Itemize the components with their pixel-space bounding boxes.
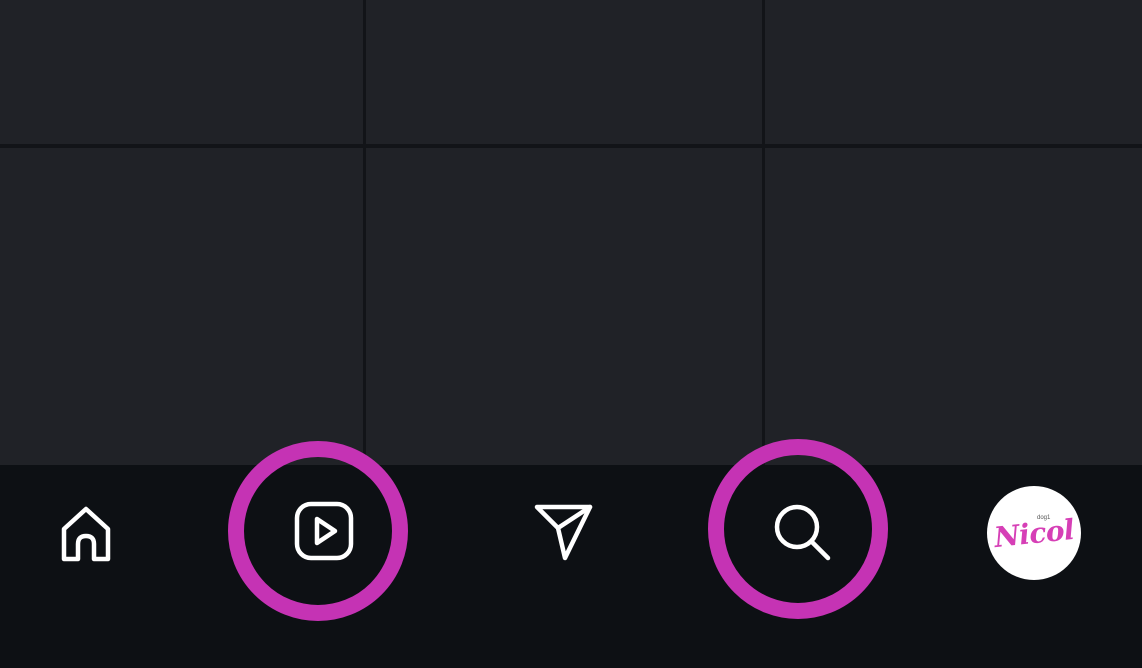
grid-tile[interactable] xyxy=(366,148,762,465)
grid-tile[interactable] xyxy=(366,0,762,144)
search-icon xyxy=(774,504,831,561)
reels-icon xyxy=(294,501,354,561)
profile-button[interactable]: dog1 Nicol xyxy=(985,484,1083,582)
grid-tile[interactable] xyxy=(0,148,363,465)
app-screen: dog1 Nicol xyxy=(0,0,1142,668)
avatar: dog1 Nicol xyxy=(987,486,1081,580)
reels-button[interactable] xyxy=(288,495,360,567)
avatar-name-text: Nicol xyxy=(992,512,1076,554)
bottom-navigation-bar: dog1 Nicol xyxy=(0,439,1142,668)
home-icon xyxy=(61,506,111,562)
search-button[interactable] xyxy=(765,495,837,567)
send-icon xyxy=(534,504,593,561)
direct-messages-button[interactable] xyxy=(527,495,599,567)
grid-tile[interactable] xyxy=(765,0,1142,144)
home-button[interactable] xyxy=(50,495,122,567)
post-grid xyxy=(0,0,1142,465)
grid-tile[interactable] xyxy=(0,0,363,144)
grid-tile[interactable] xyxy=(765,148,1142,465)
